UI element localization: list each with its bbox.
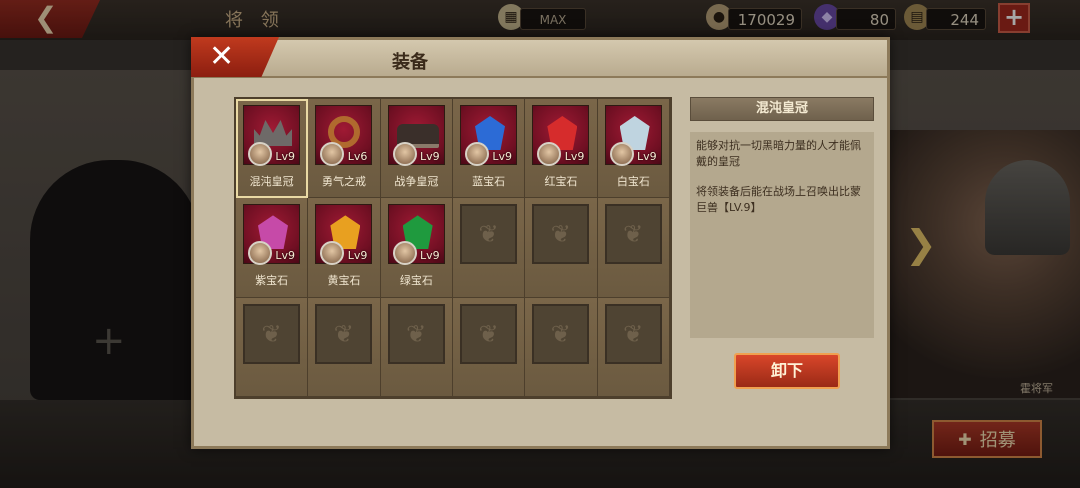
- equipment-slot[interactable]: Lv9 战争皇冠: [380, 99, 453, 199]
- owner-avatar: [248, 142, 272, 166]
- owner-avatar: [609, 142, 634, 166]
- laurel-icon: ❦: [532, 303, 590, 364]
- dialog-header: 装备: [194, 40, 887, 78]
- equipment-slot[interactable]: Lv9 蓝宝石: [453, 99, 526, 199]
- equipment-grid: Lv9 混沌皇冠 Lv6 勇气之戒 Lv9 战争皇冠 Lv9 蓝宝石 Lv9 红宝石 Lv9 白宝石 L…: [234, 97, 672, 399]
- equipment-slot[interactable]: Lv6 勇气之戒: [308, 99, 381, 199]
- item-icon-frame: Lv6: [315, 105, 373, 166]
- laurel-icon: ❦: [387, 303, 445, 364]
- owner-avatar: [465, 142, 489, 166]
- unequip-button[interactable]: 卸下: [734, 353, 840, 389]
- item-level: Lv9: [347, 249, 368, 263]
- equipment-slot[interactable]: Lv9 混沌皇冠: [236, 99, 309, 199]
- laurel-icon: ❦: [532, 204, 590, 265]
- item-icon-frame: Lv9: [243, 204, 300, 266]
- empty-slot[interactable]: ❦: [308, 297, 381, 397]
- empty-slot[interactable]: ❦: [380, 297, 453, 397]
- equipment-dialog: 装备 ✕ Lv9 混沌皇冠 Lv6 勇气之戒 Lv9 战争皇冠 Lv9 蓝宝石 Lv9 红宝石 Lv…: [191, 37, 890, 449]
- owner-avatar: [248, 241, 272, 266]
- item-level: Lv9: [420, 249, 440, 263]
- item-icon-frame: Lv9: [387, 204, 445, 266]
- item-level: Lv9: [420, 150, 440, 163]
- item-label: 红宝石: [544, 175, 578, 188]
- item-icon-frame: Lv9: [604, 105, 662, 166]
- item-description: 能够对抗一切黑暗力量的人才能佩戴的皇冠: [696, 139, 861, 168]
- equipment-slot[interactable]: Lv9 红宝石: [525, 99, 598, 199]
- item-detail-description: 能够对抗一切黑暗力量的人才能佩戴的皇冠 将领装备后能在战场上召唤出比蒙巨兽【LV…: [690, 132, 874, 338]
- empty-slot[interactable]: ❦: [597, 297, 670, 397]
- item-label: 战争皇冠: [394, 175, 439, 188]
- empty-slot[interactable]: ❦: [236, 297, 309, 397]
- item-detail-title: 混沌皇冠: [690, 97, 874, 121]
- item-level: Lv6: [347, 150, 368, 163]
- close-icon: ✕: [209, 39, 235, 74]
- laurel-icon: ❦: [460, 303, 517, 364]
- owner-avatar: [320, 241, 345, 266]
- laurel-icon: ❦: [243, 303, 300, 364]
- equipment-slot[interactable]: Lv9 绿宝石: [380, 198, 453, 298]
- equipment-slot[interactable]: Lv9 紫宝石: [236, 198, 309, 298]
- item-label: 黄宝石: [327, 274, 361, 288]
- laurel-icon: ❦: [460, 204, 517, 265]
- item-level: Lv9: [275, 249, 295, 263]
- item-label: 混沌皇冠: [249, 175, 294, 188]
- item-effect: 将领装备后能在战场上召唤出比蒙巨兽【LV.9】: [696, 185, 861, 214]
- item-label: 绿宝石: [399, 274, 433, 288]
- owner-avatar: [320, 142, 345, 166]
- laurel-icon: ❦: [604, 303, 662, 364]
- owner-avatar: [392, 142, 417, 166]
- item-level: Lv9: [275, 150, 295, 163]
- item-label: 白宝石: [616, 175, 650, 188]
- empty-slot[interactable]: ❦: [597, 198, 670, 298]
- item-level: Lv9: [492, 150, 512, 163]
- item-label: 紫宝石: [255, 274, 289, 288]
- laurel-icon: ❦: [604, 204, 662, 265]
- item-level: Lv9: [564, 150, 585, 163]
- equipment-slot[interactable]: Lv9 黄宝石: [308, 198, 381, 298]
- item-icon-frame: Lv9: [387, 105, 445, 166]
- owner-avatar: [537, 142, 562, 166]
- equipment-slot[interactable]: Lv9 白宝石: [597, 99, 670, 199]
- owner-avatar: [392, 241, 417, 266]
- item-icon-frame: Lv9: [243, 105, 300, 166]
- item-label: 蓝宝石: [472, 175, 506, 188]
- empty-slot[interactable]: ❦: [525, 297, 598, 397]
- empty-slot[interactable]: ❦: [453, 198, 526, 298]
- item-label: 勇气之戒: [321, 175, 366, 188]
- empty-slot[interactable]: ❦: [525, 198, 598, 298]
- laurel-icon: ❦: [315, 303, 373, 364]
- item-icon-frame: Lv9: [460, 105, 517, 166]
- item-level: Lv9: [637, 150, 657, 163]
- empty-slot[interactable]: ❦: [453, 297, 526, 397]
- item-icon-frame: Lv9: [532, 105, 590, 166]
- item-icon-frame: Lv9: [315, 204, 373, 266]
